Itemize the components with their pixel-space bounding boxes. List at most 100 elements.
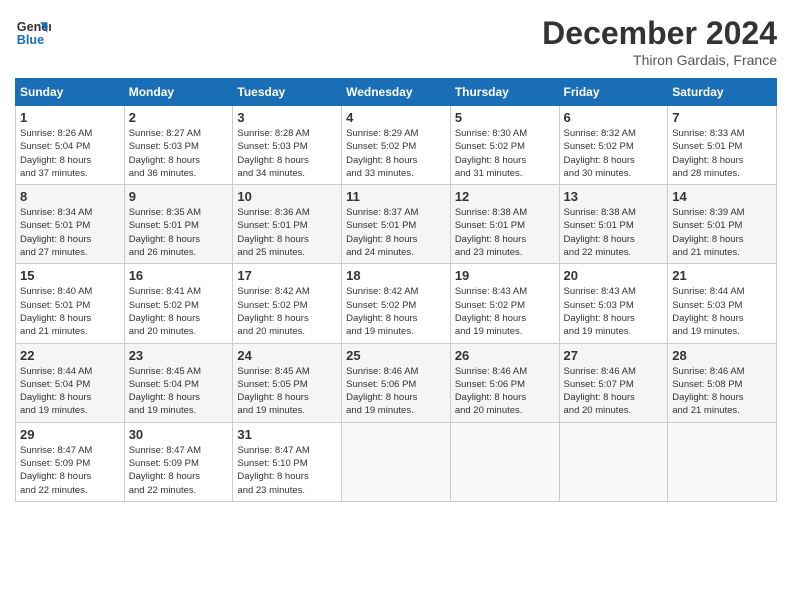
logo: General Blue <box>15 15 51 51</box>
calendar-cell: 8Sunrise: 8:34 AM Sunset: 5:01 PM Daylig… <box>16 185 125 264</box>
calendar-cell: 5 Sunrise: 8:30 AM Sunset: 5:02 PM Daylig… <box>450 106 559 185</box>
calendar-cell: 11 Sunrise: 8:37 AM Sunset: 5:01 PM Dayli… <box>342 185 451 264</box>
logo-icon: General Blue <box>15 15 51 51</box>
day-number: 22 <box>20 348 120 363</box>
day-number: 1 <box>20 110 120 125</box>
day-number: 4 <box>346 110 446 125</box>
calendar-cell: 20 Sunrise: 8:43 AM Sunset: 5:03 PM Dayli… <box>559 264 668 343</box>
calendar-cell: 2 Sunrise: 8:27 AM Sunset: 5:03 PM Daylig… <box>124 106 233 185</box>
calendar-cell <box>668 422 777 501</box>
day-info: Sunrise: 8:42 AM Sunset: 5:02 PM Dayligh… <box>237 285 337 338</box>
day-info: Sunrise: 8:41 AM Sunset: 5:02 PM Dayligh… <box>129 285 229 338</box>
day-number: 28 <box>672 348 772 363</box>
week-row-2: 8Sunrise: 8:34 AM Sunset: 5:01 PM Daylig… <box>16 185 777 264</box>
day-info: Sunrise: 8:43 AM Sunset: 5:03 PM Dayligh… <box>564 285 664 338</box>
calendar-cell: 31Sunrise: 8:47 AM Sunset: 5:10 PM Dayli… <box>233 422 342 501</box>
day-number: 15 <box>20 268 120 283</box>
calendar-cell: 26 Sunrise: 8:46 AM Sunset: 5:06 PM Dayli… <box>450 343 559 422</box>
day-number: 30 <box>129 427 229 442</box>
calendar-cell: 4 Sunrise: 8:29 AM Sunset: 5:02 PM Daylig… <box>342 106 451 185</box>
day-info: Sunrise: 8:42 AM Sunset: 5:02 PM Dayligh… <box>346 285 446 338</box>
day-header-thursday: Thursday <box>450 79 559 106</box>
calendar-cell: 21 Sunrise: 8:44 AM Sunset: 5:03 PM Dayli… <box>668 264 777 343</box>
day-info: Sunrise: 8:27 AM Sunset: 5:03 PM Dayligh… <box>129 127 229 180</box>
day-number: 10 <box>237 189 337 204</box>
day-info: Sunrise: 8:46 AM Sunset: 5:08 PM Dayligh… <box>672 365 772 418</box>
day-info: Sunrise: 8:38 AM Sunset: 5:01 PM Dayligh… <box>455 206 555 259</box>
title-area: December 2024 Thiron Gardais, France <box>542 15 777 68</box>
day-info: Sunrise: 8:46 AM Sunset: 5:06 PM Dayligh… <box>346 365 446 418</box>
day-info: Sunrise: 8:45 AM Sunset: 5:04 PM Dayligh… <box>129 365 229 418</box>
day-info: Sunrise: 8:38 AM Sunset: 5:01 PM Dayligh… <box>564 206 664 259</box>
day-number: 27 <box>564 348 664 363</box>
calendar-cell <box>559 422 668 501</box>
calendar-cell <box>342 422 451 501</box>
day-info: Sunrise: 8:47 AM Sunset: 5:09 PM Dayligh… <box>129 444 229 497</box>
calendar-cell <box>450 422 559 501</box>
day-info: Sunrise: 8:44 AM Sunset: 5:04 PM Dayligh… <box>20 365 120 418</box>
day-number: 26 <box>455 348 555 363</box>
day-number: 29 <box>20 427 120 442</box>
day-number: 3 <box>237 110 337 125</box>
day-number: 14 <box>672 189 772 204</box>
day-info: Sunrise: 8:44 AM Sunset: 5:03 PM Dayligh… <box>672 285 772 338</box>
day-number: 2 <box>129 110 229 125</box>
calendar-cell: 29 Sunrise: 8:47 AM Sunset: 5:09 PM Dayli… <box>16 422 125 501</box>
week-row-4: 22 Sunrise: 8:44 AM Sunset: 5:04 PM Dayli… <box>16 343 777 422</box>
calendar-cell: 18 Sunrise: 8:42 AM Sunset: 5:02 PM Dayli… <box>342 264 451 343</box>
day-info: Sunrise: 8:29 AM Sunset: 5:02 PM Dayligh… <box>346 127 446 180</box>
svg-text:Blue: Blue <box>17 33 44 47</box>
day-info: Sunrise: 8:40 AM Sunset: 5:01 PM Dayligh… <box>20 285 120 338</box>
day-info: Sunrise: 8:46 AM Sunset: 5:07 PM Dayligh… <box>564 365 664 418</box>
day-number: 25 <box>346 348 446 363</box>
day-info: Sunrise: 8:36 AM Sunset: 5:01 PM Dayligh… <box>237 206 337 259</box>
day-number: 21 <box>672 268 772 283</box>
header: General Blue December 2024 Thiron Gardai… <box>15 15 777 68</box>
day-header-wednesday: Wednesday <box>342 79 451 106</box>
day-info: Sunrise: 8:33 AM Sunset: 5:01 PM Dayligh… <box>672 127 772 180</box>
calendar-cell: 19 Sunrise: 8:43 AM Sunset: 5:02 PM Dayli… <box>450 264 559 343</box>
day-number: 12 <box>455 189 555 204</box>
day-info: Sunrise: 8:46 AM Sunset: 5:06 PM Dayligh… <box>455 365 555 418</box>
calendar-cell: 7 Sunrise: 8:33 AM Sunset: 5:01 PM Daylig… <box>668 106 777 185</box>
day-number: 7 <box>672 110 772 125</box>
calendar-cell: 16Sunrise: 8:41 AM Sunset: 5:02 PM Dayli… <box>124 264 233 343</box>
day-info: Sunrise: 8:32 AM Sunset: 5:02 PM Dayligh… <box>564 127 664 180</box>
day-number: 13 <box>564 189 664 204</box>
calendar-cell: 13 Sunrise: 8:38 AM Sunset: 5:01 PM Dayli… <box>559 185 668 264</box>
calendar-cell: 22 Sunrise: 8:44 AM Sunset: 5:04 PM Dayli… <box>16 343 125 422</box>
calendar-cell: 27 Sunrise: 8:46 AM Sunset: 5:07 PM Dayli… <box>559 343 668 422</box>
day-number: 19 <box>455 268 555 283</box>
day-number: 18 <box>346 268 446 283</box>
week-row-3: 15 Sunrise: 8:40 AM Sunset: 5:01 PM Dayli… <box>16 264 777 343</box>
day-info: Sunrise: 8:28 AM Sunset: 5:03 PM Dayligh… <box>237 127 337 180</box>
day-number: 17 <box>237 268 337 283</box>
day-info: Sunrise: 8:39 AM Sunset: 5:01 PM Dayligh… <box>672 206 772 259</box>
calendar-cell: 30 Sunrise: 8:47 AM Sunset: 5:09 PM Dayli… <box>124 422 233 501</box>
day-header-saturday: Saturday <box>668 79 777 106</box>
calendar-cell: 9Sunrise: 8:35 AM Sunset: 5:01 PM Daylig… <box>124 185 233 264</box>
calendar-cell: 28 Sunrise: 8:46 AM Sunset: 5:08 PM Dayli… <box>668 343 777 422</box>
day-info: Sunrise: 8:43 AM Sunset: 5:02 PM Dayligh… <box>455 285 555 338</box>
day-header-sunday: Sunday <box>16 79 125 106</box>
day-number: 11 <box>346 189 446 204</box>
day-number: 20 <box>564 268 664 283</box>
day-header-monday: Monday <box>124 79 233 106</box>
calendar-cell: 1Sunrise: 8:26 AM Sunset: 5:04 PM Daylig… <box>16 106 125 185</box>
day-info: Sunrise: 8:37 AM Sunset: 5:01 PM Dayligh… <box>346 206 446 259</box>
day-info: Sunrise: 8:45 AM Sunset: 5:05 PM Dayligh… <box>237 365 337 418</box>
day-number: 8 <box>20 189 120 204</box>
calendar-cell: 17 Sunrise: 8:42 AM Sunset: 5:02 PM Dayli… <box>233 264 342 343</box>
day-info: Sunrise: 8:47 AM Sunset: 5:09 PM Dayligh… <box>20 444 120 497</box>
day-number: 5 <box>455 110 555 125</box>
calendar-cell: 15 Sunrise: 8:40 AM Sunset: 5:01 PM Dayli… <box>16 264 125 343</box>
day-number: 24 <box>237 348 337 363</box>
day-info: Sunrise: 8:30 AM Sunset: 5:02 PM Dayligh… <box>455 127 555 180</box>
calendar-table: SundayMondayTuesdayWednesdayThursdayFrid… <box>15 78 777 502</box>
day-header-tuesday: Tuesday <box>233 79 342 106</box>
day-header-friday: Friday <box>559 79 668 106</box>
calendar-cell: 10 Sunrise: 8:36 AM Sunset: 5:01 PM Dayli… <box>233 185 342 264</box>
calendar-subtitle: Thiron Gardais, France <box>542 52 777 68</box>
day-number: 6 <box>564 110 664 125</box>
calendar-cell: 3 Sunrise: 8:28 AM Sunset: 5:03 PM Daylig… <box>233 106 342 185</box>
